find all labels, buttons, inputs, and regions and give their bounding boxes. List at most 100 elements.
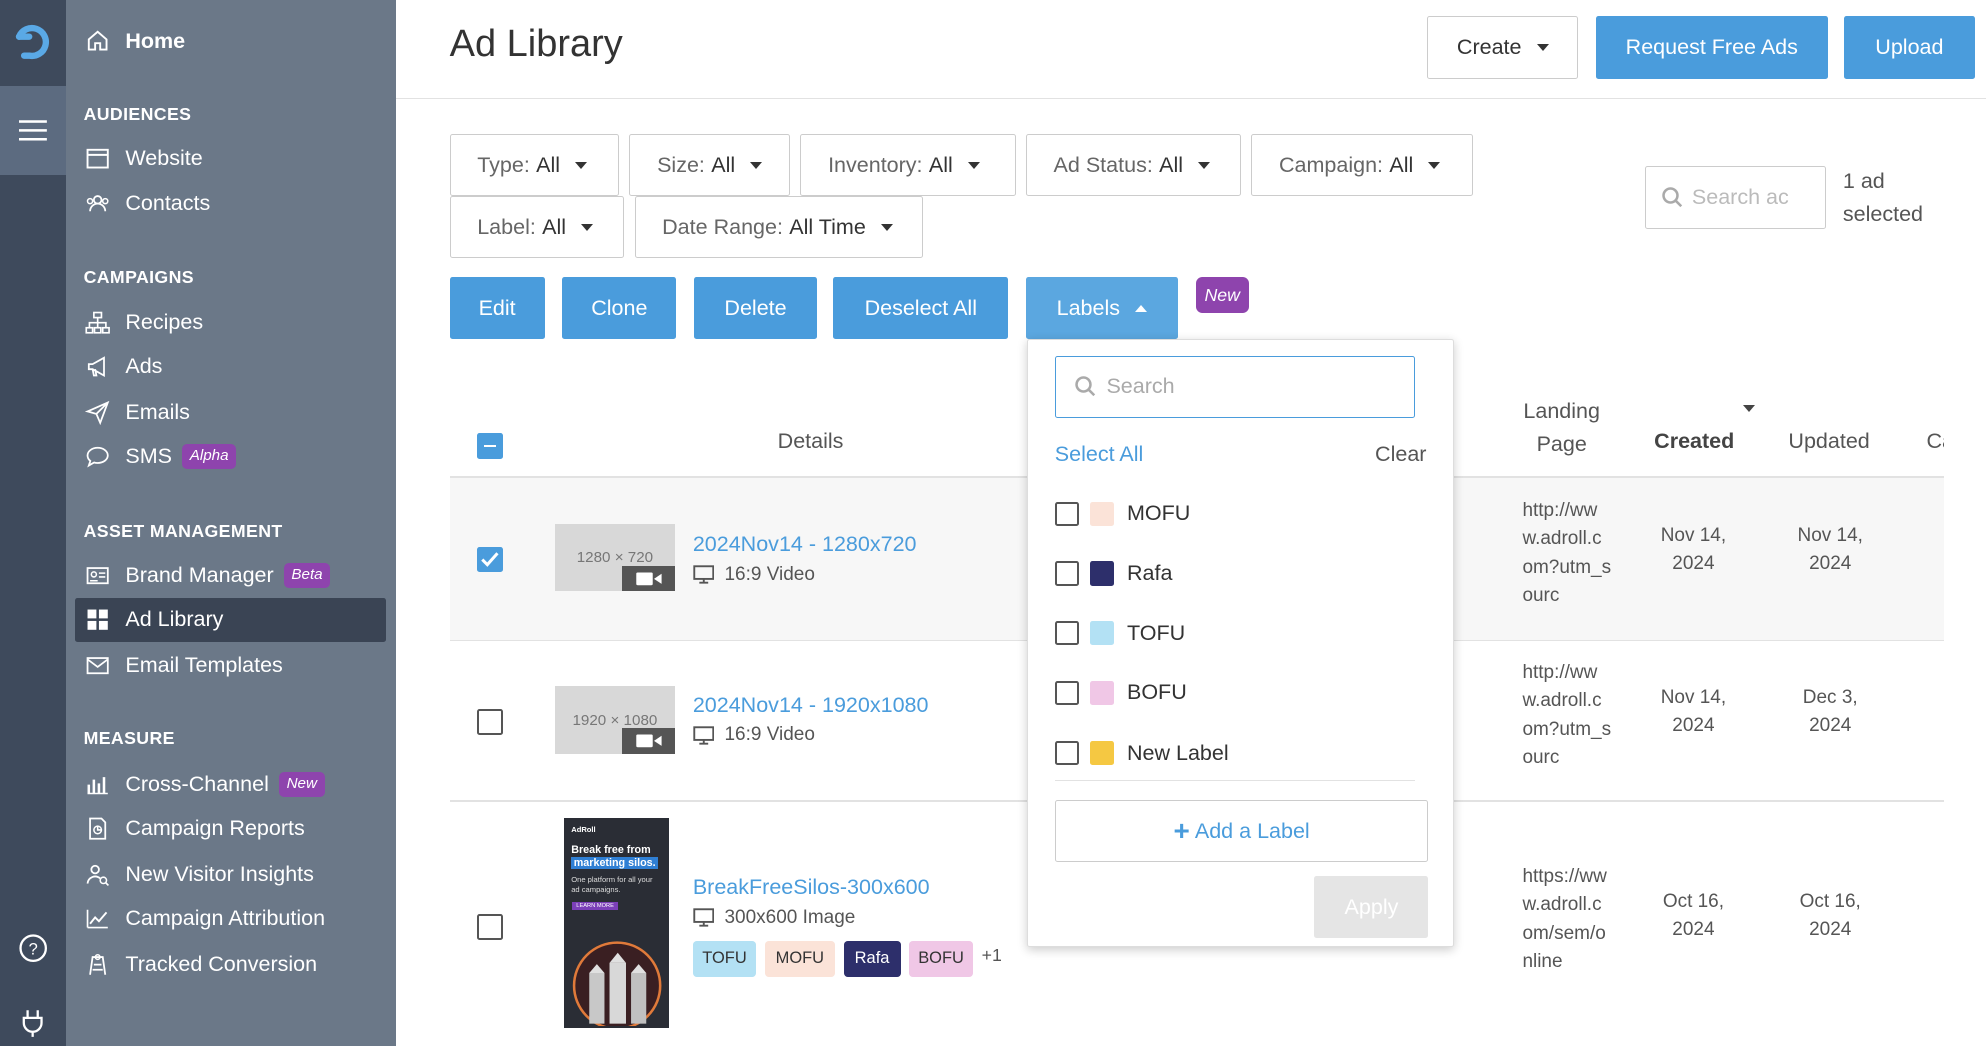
label-search-field[interactable] xyxy=(1054,355,1415,418)
sidebar-item-label: Email Templates xyxy=(125,653,283,678)
deselect-all-label: Deselect All xyxy=(864,295,977,320)
ad-banner-thumbnail[interactable]: AdRoll Break free from marketing silos. … xyxy=(563,818,669,1029)
ad-name-link[interactable]: BreakFreeSilos-300x600 xyxy=(693,875,930,900)
select-all-checkbox[interactable] xyxy=(477,433,503,459)
ad-name-link[interactable]: 2024Nov14 - 1920x1080 xyxy=(693,693,929,718)
date-range-filter[interactable]: Date Range: All Time xyxy=(634,196,924,259)
ad-type: 16:9 Video xyxy=(693,564,815,586)
sidebar-item-sms[interactable]: SMS Alpha xyxy=(75,434,387,478)
sidebar-item-emails[interactable]: Emails xyxy=(75,390,387,434)
edit-button[interactable]: Edit xyxy=(449,277,545,340)
plug-icon[interactable] xyxy=(0,1009,66,1038)
add-label-button[interactable]: + Add a Label xyxy=(1054,800,1429,863)
row-checkbox[interactable] xyxy=(477,914,503,940)
clone-button[interactable]: Clone xyxy=(562,277,677,340)
adroll-logo-icon[interactable] xyxy=(0,0,66,86)
clear-link[interactable]: Clear xyxy=(1375,442,1426,467)
ad-thumbnail[interactable]: 1920 × 1080 xyxy=(554,686,676,754)
label-search-input[interactable] xyxy=(1106,374,1398,400)
sidebar-item-label: Home xyxy=(125,28,186,53)
ad-search-input[interactable]: Search ac xyxy=(1645,165,1827,230)
details-header[interactable]: Details xyxy=(778,429,844,454)
label-option[interactable]: New Label xyxy=(1054,738,1229,768)
label-checkbox[interactable] xyxy=(1054,620,1079,646)
sidebar: Home AUDIENCES Website Contacts CAMPAIGN… xyxy=(65,0,397,1046)
divider xyxy=(1054,779,1415,782)
label-option[interactable]: TOFU xyxy=(1054,618,1185,648)
updated-date: Nov 14, 2024 xyxy=(1797,524,1863,575)
chevron-down-icon xyxy=(575,161,588,169)
apply-button[interactable]: Apply xyxy=(1314,876,1429,939)
label-checkbox[interactable] xyxy=(1054,741,1079,766)
sidebar-item-label: Ad Library xyxy=(125,607,224,632)
chevron-up-icon xyxy=(1135,305,1148,312)
sidebar-item-contacts[interactable]: Contacts xyxy=(75,181,387,225)
upload-button[interactable]: Upload xyxy=(1844,16,1975,79)
label-option[interactable]: Rafa xyxy=(1054,558,1172,588)
sidebar-item-campaign-attribution[interactable]: Campaign Attribution xyxy=(75,897,387,941)
campaign-filter[interactable]: Campaign: All xyxy=(1251,134,1474,197)
created-header[interactable]: Created xyxy=(1654,429,1734,454)
ad-thumbnail[interactable]: 1280 × 720 xyxy=(554,524,676,592)
label-tag-bofu: BOFU xyxy=(909,941,973,977)
search-icon xyxy=(1074,376,1095,397)
banner-line2: marketing silos. xyxy=(571,857,659,870)
labels-label: Labels xyxy=(1056,295,1121,320)
sidebar-item-website[interactable]: Website xyxy=(75,137,387,181)
labels-dropdown: Select All Clear MOFU Rafa TOFU BOFU New… xyxy=(1027,339,1455,948)
sidebar-item-tracked-conversion[interactable]: Tracked Conversion xyxy=(75,942,387,986)
browser-window-icon xyxy=(86,149,109,169)
filter-label: Date Range: xyxy=(662,214,783,239)
landing-page-header[interactable]: Landing Page xyxy=(1520,395,1604,461)
label-checkbox[interactable] xyxy=(1054,680,1079,705)
landing-page-url: http://www.adroll.com?utm_sourc xyxy=(1522,499,1612,607)
create-button[interactable]: Create xyxy=(1427,16,1579,79)
sidebar-item-ad-library[interactable]: Ad Library xyxy=(74,597,387,643)
label-option[interactable]: MOFU xyxy=(1054,499,1190,529)
request-free-ads-button[interactable]: Request Free Ads xyxy=(1595,16,1828,79)
label-option[interactable]: BOFU xyxy=(1054,677,1187,707)
sidebar-item-cross-channel[interactable]: Cross-Channel New xyxy=(75,762,387,806)
sidebar-item-label: Campaign Attribution xyxy=(125,906,326,931)
upload-label: Upload xyxy=(1875,34,1944,59)
sidebar-item-ads[interactable]: Ads xyxy=(75,345,387,389)
sidebar-item-label: Campaign Reports xyxy=(125,816,305,841)
sidebar-item-campaign-reports[interactable]: Campaign Reports xyxy=(75,807,387,851)
row-checkbox[interactable] xyxy=(477,547,503,573)
header-line: Landing xyxy=(1523,399,1600,424)
filter-value: All xyxy=(928,152,953,177)
filter-label: Type: xyxy=(477,152,530,177)
deselect-all-button[interactable]: Deselect All xyxy=(833,277,1009,340)
inventory-filter[interactable]: Inventory: All xyxy=(800,134,1016,197)
label-checkbox[interactable] xyxy=(1054,501,1079,526)
sidebar-item-recipes[interactable]: Recipes xyxy=(75,300,387,344)
updated-date: Dec 3, 2024 xyxy=(1802,686,1858,737)
monitor-icon xyxy=(693,726,715,745)
size-filter[interactable]: Size: All xyxy=(629,134,791,197)
updated-header[interactable]: Updated xyxy=(1788,429,1869,454)
help-icon[interactable]: ? xyxy=(0,933,66,963)
sidebar-item-label: Ads xyxy=(125,354,163,379)
sidebar-item-brand-manager[interactable]: Brand Manager Beta xyxy=(75,554,387,598)
hamburger-menu-icon[interactable] xyxy=(0,86,66,175)
sidebar-item-email-templates[interactable]: Email Templates xyxy=(75,643,387,687)
more-tags-count[interactable]: +1 xyxy=(982,945,1002,966)
ad-type-label: 16:9 Video xyxy=(724,563,815,585)
more-column-header[interactable]: Ca xyxy=(1926,429,1944,454)
label-checkbox[interactable] xyxy=(1054,561,1079,586)
ad-name-link[interactable]: 2024Nov14 - 1280x720 xyxy=(693,532,917,557)
sidebar-item-new-visitor-insights[interactable]: New Visitor Insights xyxy=(75,852,387,896)
row-checkbox[interactable] xyxy=(477,709,503,735)
sidebar-item-home[interactable]: Home xyxy=(75,19,387,63)
delete-button[interactable]: Delete xyxy=(694,277,817,340)
conversion-icon xyxy=(89,953,106,975)
type-filter[interactable]: Type: All xyxy=(449,134,620,197)
ad-status-filter[interactable]: Ad Status: All xyxy=(1025,134,1242,197)
labels-button[interactable]: Labels xyxy=(1025,277,1178,340)
ad-type: 16:9 Video xyxy=(693,724,815,746)
plus-icon: + xyxy=(1173,815,1190,847)
label-filter[interactable]: Label: All xyxy=(449,196,625,259)
create-button-label: Create xyxy=(1456,34,1522,59)
select-all-link[interactable]: Select All xyxy=(1055,442,1144,467)
banner-brand: AdRoll xyxy=(571,824,596,834)
